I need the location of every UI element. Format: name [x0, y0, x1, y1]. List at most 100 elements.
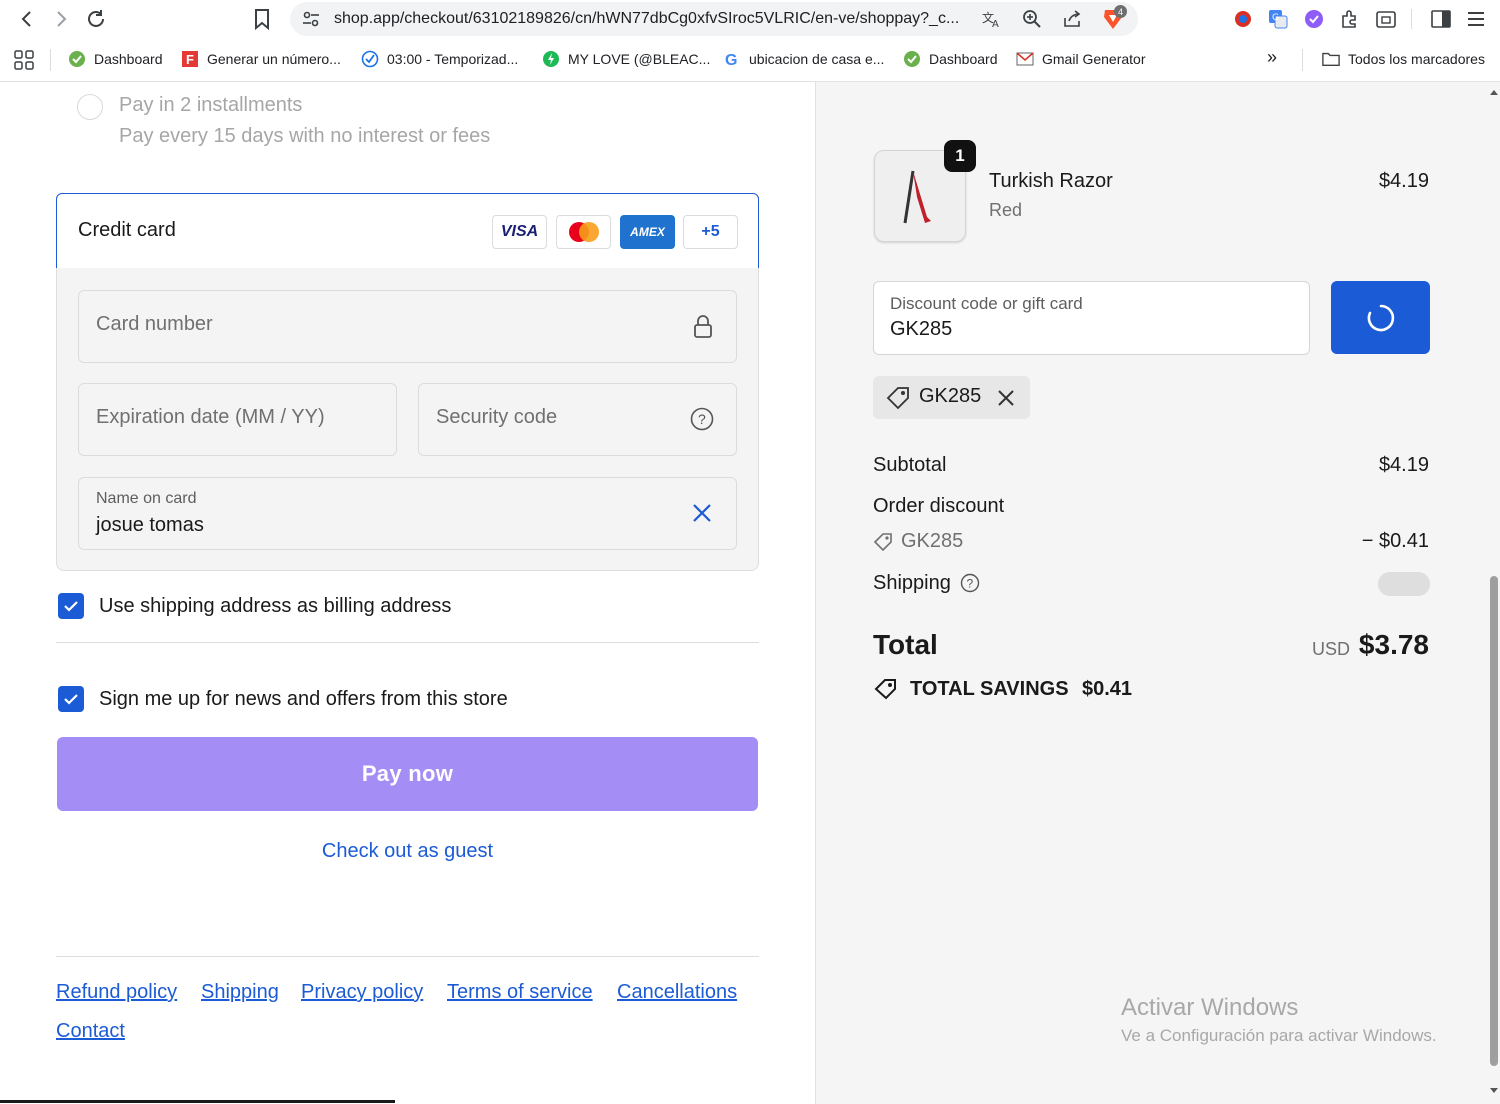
- page-scrollbar[interactable]: [1487, 82, 1500, 1104]
- more-cards-badge: +5: [683, 215, 738, 249]
- apply-discount-button[interactable]: [1331, 281, 1430, 354]
- shipping-policy-link[interactable]: Shipping: [201, 981, 279, 1004]
- card-number-field[interactable]: Card number: [78, 290, 737, 363]
- total-value: $3.78: [1358, 629, 1429, 660]
- name-on-card-value: josue tomas: [96, 514, 204, 536]
- refund-policy-link[interactable]: Refund policy: [56, 981, 177, 1004]
- green-bolt-icon: [542, 50, 560, 68]
- bottom-edge: [0, 1100, 815, 1104]
- scroll-up-arrow-icon[interactable]: [1489, 88, 1499, 96]
- currency-code: USD: [1312, 639, 1351, 659]
- sidebar-toggle-icon[interactable]: [1430, 8, 1452, 30]
- reload-button[interactable]: [83, 6, 109, 32]
- expiration-date-field[interactable]: Expiration date (MM / YY): [78, 383, 397, 456]
- bookmarks-divider: [1302, 49, 1303, 71]
- help-circle-icon[interactable]: ?: [690, 407, 714, 431]
- product-name: Turkish Razor: [989, 170, 1113, 192]
- tag-icon: [873, 533, 892, 552]
- cancellations-link[interactable]: Cancellations: [617, 981, 737, 1004]
- discount-code: GK285: [901, 530, 964, 552]
- quantity-badge: 1: [944, 140, 976, 172]
- payment-section: Pay in 2 installments Pay every 15 days …: [0, 82, 815, 1104]
- brave-shields-button[interactable]: 4: [1102, 5, 1127, 31]
- bookmark-page-button[interactable]: [249, 6, 275, 32]
- bookmark-item[interactable]: Dashboard: [903, 50, 998, 68]
- lock-icon: [694, 315, 712, 338]
- name-on-card-field[interactable]: Name on card josue tomas: [78, 477, 737, 550]
- contact-link[interactable]: Contact: [56, 1020, 125, 1043]
- bookmark-icon: [255, 9, 269, 30]
- windows-activation-subtitle: Ve a Configuración para activar Windows.: [1121, 1026, 1437, 1045]
- security-code-placeholder: Security code: [436, 406, 558, 428]
- credit-card-form: Card number Expiration date (MM / YY) Se…: [56, 268, 759, 571]
- puzzle-extensions-icon[interactable]: [1339, 8, 1361, 30]
- bookmark-item[interactable]: F Generar un número...: [181, 50, 341, 68]
- bookmark-item[interactable]: 03:00 - Temporizad...: [361, 50, 518, 68]
- extension-badge: 4: [1114, 5, 1127, 18]
- discount-code-field[interactable]: Discount code or gift card GK285: [873, 281, 1310, 355]
- order-discount-label: Order discount: [873, 495, 1005, 517]
- bookmarks-divider: [50, 49, 51, 71]
- forward-button[interactable]: [48, 6, 74, 32]
- extension-shield-icon[interactable]: [1233, 9, 1253, 29]
- bookmark-item[interactable]: Gmail Generator: [1016, 50, 1145, 68]
- privacy-policy-link[interactable]: Privacy policy: [301, 981, 423, 1004]
- menu-icon[interactable]: [1465, 8, 1487, 30]
- green-check-icon: [903, 50, 921, 68]
- bookmark-label: MY LOVE (@BLEAC...: [568, 51, 711, 67]
- total-savings-value: $0.41: [1082, 678, 1133, 700]
- bookmarks-bar: Dashboard F Generar un número... 03:00 -…: [0, 38, 1500, 82]
- url-text[interactable]: shop.app/checkout/63102189826/cn/hWN77db…: [334, 10, 959, 28]
- more-bookmarks-button[interactable]: »: [1267, 47, 1277, 68]
- credit-card-option[interactable]: Credit card VISA AMEX +5: [56, 193, 759, 269]
- wallet-icon[interactable]: [1375, 8, 1397, 30]
- shipping-loading-placeholder: [1378, 572, 1430, 596]
- newsletter-checkbox[interactable]: [58, 686, 84, 712]
- shipping-label: Shipping: [873, 572, 951, 594]
- guest-checkout-link[interactable]: Check out as guest: [0, 840, 815, 863]
- browser-toolbar: shop.app/checkout/63102189826/cn/hWN77db…: [0, 0, 1500, 38]
- purple-extension-icon[interactable]: [1304, 9, 1324, 29]
- loading-spinner-icon: [1367, 304, 1394, 331]
- installments-description: Pay every 15 days with no interest or fe…: [119, 125, 491, 147]
- scroll-down-arrow-icon[interactable]: [1489, 1087, 1499, 1095]
- svg-text:F: F: [186, 52, 194, 67]
- mail-icon: [1016, 50, 1034, 68]
- bookmark-item[interactable]: MY LOVE (@BLEAC...: [542, 50, 710, 68]
- subtotal-label: Subtotal: [873, 454, 947, 476]
- scrollbar-thumb[interactable]: [1490, 576, 1498, 1066]
- mastercard-icon: [556, 215, 611, 249]
- green-check-icon: [68, 50, 86, 68]
- clock-check-icon: [361, 50, 379, 68]
- address-bar[interactable]: shop.app/checkout/63102189826/cn/hWN77db…: [290, 2, 1138, 36]
- back-button[interactable]: [14, 6, 40, 32]
- applied-code: GK285: [919, 385, 982, 407]
- translate-icon[interactable]: 文A: [982, 10, 1002, 28]
- site-settings-icon[interactable]: [302, 11, 320, 27]
- security-code-field[interactable]: Security code ?: [418, 383, 737, 456]
- billing-address-checkbox[interactable]: [58, 593, 84, 619]
- applied-discount-tag: GK285: [873, 376, 1030, 419]
- checkmark-icon: [64, 601, 78, 612]
- credit-card-title: Credit card: [78, 219, 176, 241]
- zoom-icon[interactable]: [1022, 9, 1042, 29]
- google-translate-extension-icon[interactable]: G: [1268, 9, 1288, 29]
- red-f-icon: F: [181, 50, 199, 68]
- help-circle-icon[interactable]: ?: [960, 573, 980, 593]
- remove-discount-icon[interactable]: [996, 388, 1016, 408]
- terms-of-service-link[interactable]: Terms of service: [447, 981, 593, 1004]
- bookmark-item[interactable]: Dashboard: [68, 50, 163, 68]
- installments-radio[interactable]: [77, 94, 103, 120]
- chevron-right-icon: [57, 11, 67, 27]
- svg-text:?: ?: [698, 411, 706, 427]
- reload-icon: [88, 10, 104, 27]
- footer-divider: [56, 956, 759, 957]
- bookmark-label: ubicacion de casa e...: [749, 51, 885, 67]
- share-icon[interactable]: [1062, 9, 1082, 29]
- all-bookmarks-folder[interactable]: Todos los marcadores: [1322, 50, 1485, 68]
- bookmark-item[interactable]: G ubicacion de casa e...: [723, 50, 884, 68]
- clear-icon[interactable]: [691, 502, 713, 524]
- windows-activation-title: Activar Windows: [1121, 994, 1299, 1021]
- pay-now-button[interactable]: Pay now: [57, 737, 758, 811]
- apps-grid-icon[interactable]: [14, 50, 34, 70]
